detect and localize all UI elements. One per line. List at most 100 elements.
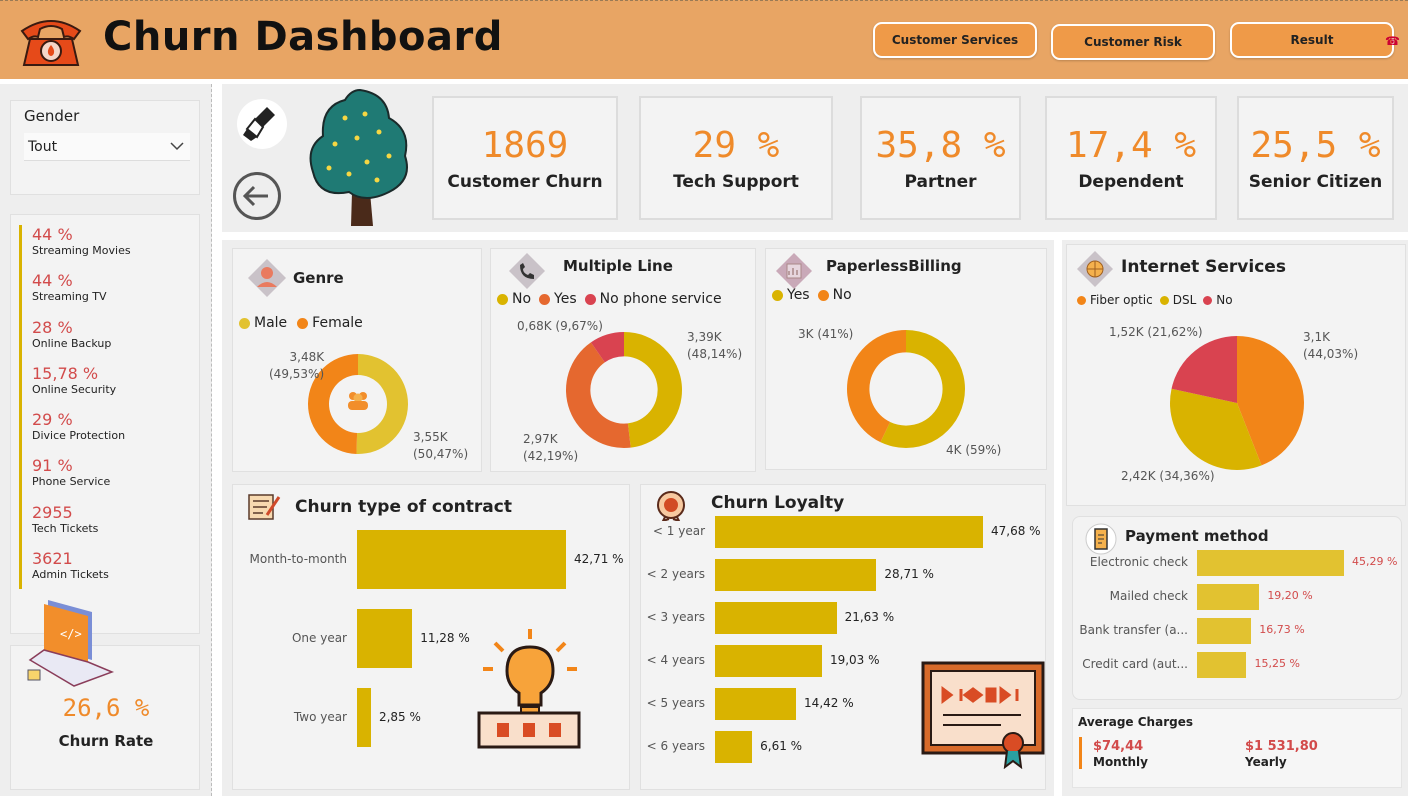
legend-label: Yes [787,287,810,303]
legend-dot-yes [539,293,551,305]
bar-value-label: 6,61 % [760,739,803,753]
slice-no[interactable] [624,332,683,448]
bar[interactable] [1197,618,1252,644]
service-stat-value: 15,78 % [32,363,99,383]
telephone-logo-icon [20,20,82,66]
is-no-label: 1,52K (21,62%) [1109,325,1203,339]
service-stat-item: 91 % Phone Service [32,456,131,502]
service-stat-value: 91 % [32,456,73,476]
result-button[interactable]: Result [1230,22,1394,58]
bar[interactable] [357,530,566,589]
customer-risk-button[interactable]: Customer Risk [1051,24,1215,60]
label-line: 3,39K [687,330,722,344]
kpi-label: Customer Churn [447,171,603,192]
bar[interactable] [715,602,837,634]
kpi-value: 35,8 % [875,124,1006,166]
churn-rate-label: Churn Rate [58,732,154,750]
internet-legend: Fiber optic DSL No [1077,293,1233,307]
loyalty-card: Churn Loyalty < 1 year 47,68 % < 2 years 28… [640,484,1046,790]
category-label: < 1 year [652,524,705,538]
bar[interactable] [715,645,822,677]
bar[interactable] [1197,550,1344,576]
service-stat-value: 2955 [32,502,73,522]
category-label: Month-to-month [249,551,348,566]
legend-dot-yes [772,289,783,301]
label-line: 3,1K [1303,330,1330,344]
accent-line [19,225,22,589]
genre-male-label: 3,55K (50,47%) [413,429,468,463]
service-stat-item: 2955 Tech Tickets [32,503,131,549]
service-stat-value: 28 % [32,317,73,337]
service-stats-list: 44 % Streaming Movies 44 % Streaming TV 28 %… [32,225,131,595]
monthly-value: $74,44 [1093,739,1144,754]
legend-dot-female [297,317,309,329]
gender-dropdown[interactable]: Tout [24,133,190,161]
legend-dot-fiber [1077,295,1086,305]
category-label: < 2 years [646,567,705,581]
paperless-legend: Yes No [772,287,852,303]
tree-illustration-icon [309,88,408,226]
kpi-senior-citizen: 25,5 % Senior Citizen [1237,96,1394,220]
service-stat-value: 44 % [32,225,73,244]
legend-label: DSL [1172,293,1197,307]
category-label: < 6 years [646,739,705,753]
category-label: Two year [293,709,347,724]
payment-bar-chart: Electronic check 45,29 % Mailed check 19,20… [1073,517,1403,701]
service-stat-label: Admin Tickets [32,568,109,582]
label-line: 2,97K [523,432,558,446]
service-stat-label: Phone Service [32,475,111,489]
chevron-down-icon [170,142,184,151]
phone-small-icon[interactable]: ☎ [1385,34,1400,48]
contract-card: Churn type of contract Month-to-month 42,… [232,484,630,790]
kpi-value: 29 % [692,124,780,166]
internet-card: Internet Services Fiber optic DSL No 1,5… [1066,244,1406,506]
label-line: 3,55K [413,430,448,444]
service-stat-item: 15,78 % Online Security [32,364,131,410]
bar[interactable] [1197,652,1247,678]
legend-label: No [832,287,852,303]
bar-value-label: 2,85 % [378,709,421,724]
service-stat-label: Online Backup [32,336,112,350]
label-line: (48,14%) [687,347,743,361]
paperless-title: PaperlessBilling [826,257,962,275]
payment-card: Payment method Electronic check 45,29 % Ma… [1072,516,1402,700]
paperless-card: PaperlessBilling Yes No 3K (41%) 4K (59%… [765,248,1047,470]
legend-label: No phone service [599,291,722,307]
kpi-value: 17,4 % [1065,124,1197,166]
label-line: (44,03%) [1303,347,1359,361]
kpi-value: 1869 [481,124,569,166]
legend-dot-no [1203,295,1213,305]
charges-accent-line [1079,737,1082,769]
bar[interactable] [715,688,797,720]
service-stat-item: 29 % Divice Protection [32,410,131,456]
globe-icon [1077,251,1113,287]
genre-legend: Male Female [239,315,363,331]
bar[interactable] [715,731,753,763]
service-stat-label: Tech Tickets [32,521,99,535]
genre-card: Genre Male Female 3,48K (49,53%) 3,55K (50… [232,248,482,472]
category-label: < 3 years [646,610,705,624]
legend-label: No [1216,293,1233,307]
bar[interactable] [715,559,877,591]
bar[interactable] [357,688,371,747]
label-line: (49,53%) [269,367,325,381]
genre-title: Genre [293,269,344,287]
service-stat-item: 44 % Streaming Movies [32,225,131,271]
back-arrow-icon[interactable] [233,172,281,220]
bar[interactable] [1197,584,1260,610]
legend-dot-no-phone [584,293,596,305]
pb-no-label: 3K (41%) [798,327,854,341]
service-stat-label: Online Security [32,382,117,396]
multiple-line-legend: No Yes No phone service [497,291,722,307]
bar[interactable] [357,609,413,668]
service-stat-label: Streaming Movies [32,244,131,257]
legend-dot-no [817,289,829,301]
kpi-label: Tech Support [673,171,799,192]
legend-label: Yes [554,291,577,307]
bar[interactable] [715,516,983,548]
bar-value-label: 16,73 % [1259,623,1305,636]
kpi-tech-support: 29 % Tech Support [639,96,833,220]
genre-female-label: 3,48K (49,53%) [269,349,324,383]
customer-services-button[interactable]: Customer Services [873,22,1037,58]
paint-brush-icon[interactable] [237,99,287,149]
